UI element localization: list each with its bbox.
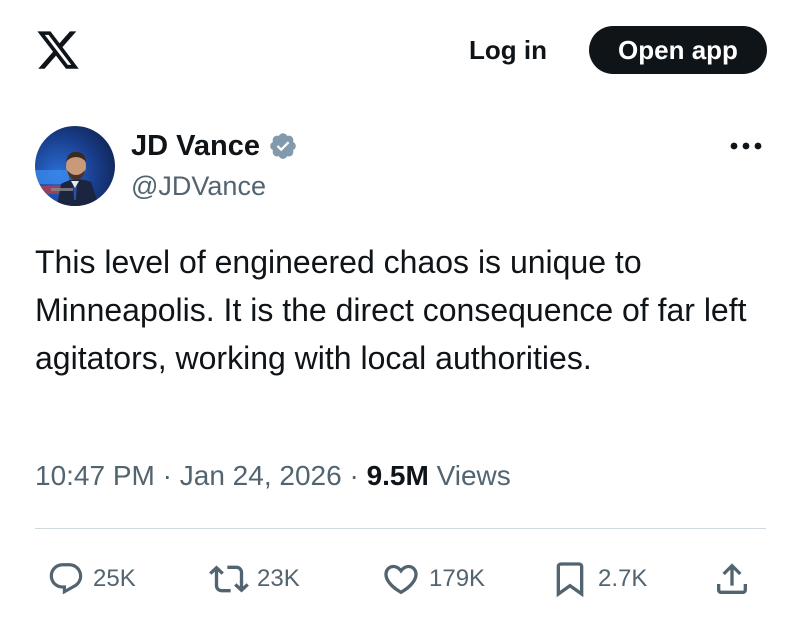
- meta-separator: ·: [349, 460, 359, 491]
- like-count: 179K: [429, 565, 486, 592]
- reply-button[interactable]: 25K: [47, 557, 136, 601]
- author-display-name[interactable]: JD Vance: [131, 126, 260, 166]
- tweet-text: This level of engineered chaos is unique…: [35, 244, 747, 376]
- bookmark-icon: [556, 562, 584, 598]
- reply-count: 25K: [93, 565, 136, 592]
- x-logo-icon[interactable]: [35, 27, 81, 73]
- verified-badge-icon: [270, 133, 296, 159]
- share-icon: [717, 563, 747, 594]
- views-label: Views: [436, 460, 511, 491]
- views-count: 9.5M: [366, 460, 429, 491]
- author-handle[interactable]: @JDVance: [131, 168, 266, 204]
- author-name[interactable]: JD Vance: [131, 126, 298, 166]
- meta-separator: ·: [162, 460, 172, 491]
- share-button[interactable]: [712, 557, 752, 601]
- heart-icon: [384, 564, 418, 595]
- reply-icon: [49, 563, 83, 595]
- bookmark-button[interactable]: 2.7K: [550, 557, 647, 601]
- retweet-button[interactable]: 23K: [209, 557, 300, 601]
- bookmark-count: 2.7K: [598, 565, 648, 592]
- divider: [35, 528, 766, 529]
- tweet-date[interactable]: Jan 24, 2026: [180, 460, 342, 491]
- retweet-icon: [209, 565, 249, 593]
- retweet-count: 23K: [257, 565, 300, 592]
- top-bar: Log in Open app: [0, 0, 800, 100]
- avatar[interactable]: [35, 126, 115, 206]
- like-button[interactable]: 179K: [381, 557, 485, 601]
- more-options-icon[interactable]: [728, 132, 764, 160]
- open-app-button[interactable]: Open app: [589, 26, 767, 74]
- tweet-time[interactable]: 10:47 PM: [35, 460, 155, 491]
- login-button[interactable]: Log in: [448, 28, 568, 72]
- tweet-meta: 10:47 PM · Jan 24, 2026 · 9.5M Views: [35, 456, 511, 496]
